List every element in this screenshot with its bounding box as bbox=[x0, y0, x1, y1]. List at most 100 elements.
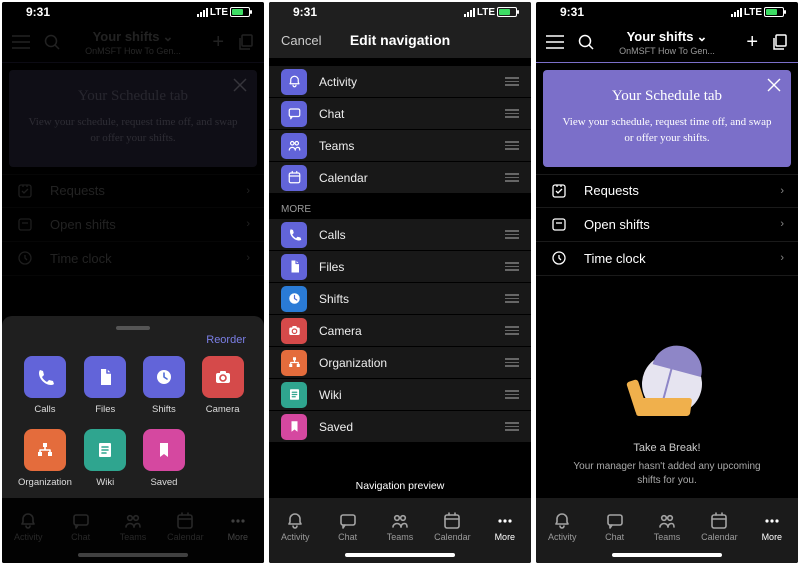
info-banner: Your Schedule tab View your schedule, re… bbox=[543, 70, 791, 167]
tab-calendar[interactable]: Calendar bbox=[426, 510, 478, 542]
nav-preview-label: Navigation preview bbox=[269, 474, 531, 498]
sheet-grabber[interactable] bbox=[116, 326, 150, 330]
tab-chat[interactable]: Chat bbox=[588, 510, 640, 542]
menu-item-label: Time clock bbox=[584, 251, 646, 266]
openshifts-icon bbox=[550, 216, 568, 232]
tab-teams[interactable]: Teams bbox=[641, 510, 693, 542]
drag-handle-icon[interactable] bbox=[505, 77, 519, 86]
home-indicator[interactable] bbox=[345, 553, 455, 557]
status-bar: 9:31 LTE bbox=[536, 2, 798, 22]
copy-shift-icon[interactable] bbox=[772, 34, 788, 50]
menu-item-timeclock[interactable]: Time clock › bbox=[536, 242, 798, 276]
more-sheet: Reorder Calls Files Shifts Camera Organizati… bbox=[2, 316, 264, 498]
header-subtitle: OnMSFT How To Gen... bbox=[619, 46, 715, 56]
tab-label: Calendar bbox=[426, 532, 478, 542]
tab-chat[interactable]: Chat bbox=[321, 510, 373, 542]
nav-row-label: Shifts bbox=[319, 292, 349, 306]
tab-more[interactable]: More bbox=[746, 510, 798, 542]
sheet-item-wiki[interactable]: Wiki bbox=[80, 429, 131, 488]
tab-label: Activity bbox=[269, 532, 321, 542]
nav-row-calendar[interactable]: Calendar bbox=[269, 162, 531, 193]
sheet-item-org[interactable]: Organization bbox=[18, 429, 72, 488]
network-label: LTE bbox=[477, 7, 495, 18]
drag-handle-icon[interactable] bbox=[505, 358, 519, 367]
saved-icon bbox=[143, 429, 185, 471]
tab-activity[interactable]: Activity bbox=[536, 510, 588, 542]
cancel-button[interactable]: Cancel bbox=[269, 33, 321, 48]
camera-icon bbox=[281, 318, 307, 344]
sheet-item-label: Files bbox=[80, 404, 131, 415]
calendar-icon bbox=[426, 510, 478, 532]
battery-icon bbox=[230, 7, 250, 17]
activity-icon bbox=[536, 510, 588, 532]
drag-handle-icon[interactable] bbox=[505, 109, 519, 118]
drag-handle-icon[interactable] bbox=[505, 141, 519, 150]
header-title[interactable]: Your shifts⌄ bbox=[627, 29, 708, 45]
chevron-right-icon: › bbox=[780, 218, 784, 230]
drag-handle-icon[interactable] bbox=[505, 230, 519, 239]
wiki-icon bbox=[281, 382, 307, 408]
menu-item-requests[interactable]: Requests› bbox=[536, 174, 798, 208]
nav-row-activity[interactable]: Activity bbox=[269, 66, 531, 97]
nav-row-files[interactable]: Files bbox=[269, 251, 531, 282]
nav-row-shifts[interactable]: Shifts bbox=[269, 283, 531, 314]
chevron-right-icon: › bbox=[780, 252, 784, 264]
empty-title: Take a Break! bbox=[536, 442, 798, 454]
chat-icon bbox=[588, 510, 640, 532]
tab-label: Activity bbox=[536, 532, 588, 542]
home-indicator[interactable] bbox=[612, 553, 722, 557]
chat-icon bbox=[321, 510, 373, 532]
nav-row-chat[interactable]: Chat bbox=[269, 98, 531, 129]
signal-icon bbox=[464, 8, 475, 17]
menu-item-label: Requests bbox=[584, 183, 639, 198]
nav-row-wiki[interactable]: Wiki bbox=[269, 379, 531, 410]
files-icon bbox=[84, 356, 126, 398]
saved-icon bbox=[281, 414, 307, 440]
drag-handle-icon[interactable] bbox=[505, 390, 519, 399]
nav-row-label: Camera bbox=[319, 324, 362, 338]
network-label: LTE bbox=[210, 7, 228, 18]
search-icon[interactable] bbox=[578, 34, 594, 50]
banner-body: View your schedule, request time off, an… bbox=[561, 115, 773, 147]
tab-label: More bbox=[479, 532, 531, 542]
reorder-link[interactable]: Reorder bbox=[14, 334, 252, 346]
modal-header: Cancel Edit navigation bbox=[269, 22, 531, 58]
nav-row-label: Organization bbox=[319, 356, 387, 370]
nav-row-org[interactable]: Organization bbox=[269, 347, 531, 378]
nav-row-teams[interactable]: Teams bbox=[269, 130, 531, 161]
nav-row-camera[interactable]: Camera bbox=[269, 315, 531, 346]
drag-handle-icon[interactable] bbox=[505, 422, 519, 431]
sheet-item-files[interactable]: Files bbox=[80, 356, 131, 415]
calendar-icon bbox=[281, 165, 307, 191]
network-label: LTE bbox=[744, 7, 762, 18]
drag-handle-icon[interactable] bbox=[505, 294, 519, 303]
menu-item-openshifts[interactable]: Open shifts› bbox=[536, 208, 798, 242]
calendar-icon bbox=[693, 510, 745, 532]
nav-row-saved[interactable]: Saved bbox=[269, 411, 531, 442]
tab-teams[interactable]: Teams bbox=[374, 510, 426, 542]
sheet-item-saved[interactable]: Saved bbox=[139, 429, 190, 488]
tab-more[interactable]: More bbox=[479, 510, 531, 542]
tab-label: Calendar bbox=[693, 532, 745, 542]
tab-calendar[interactable]: Calendar bbox=[693, 510, 745, 542]
sheet-item-label: Shifts bbox=[139, 404, 190, 415]
sheet-item-calls[interactable]: Calls bbox=[18, 356, 72, 415]
hamburger-icon[interactable] bbox=[546, 35, 564, 49]
teams-icon bbox=[374, 510, 426, 532]
add-icon[interactable]: + bbox=[746, 31, 758, 54]
sheet-item-label: Organization bbox=[18, 477, 72, 488]
activity-icon bbox=[269, 510, 321, 532]
drag-handle-icon[interactable] bbox=[505, 326, 519, 335]
sheet-item-camera[interactable]: Camera bbox=[197, 356, 248, 415]
banner-title: Your Schedule tab bbox=[561, 88, 773, 105]
close-icon[interactable] bbox=[767, 78, 781, 92]
drag-handle-icon[interactable] bbox=[505, 173, 519, 182]
shifts-icon bbox=[143, 356, 185, 398]
signal-icon bbox=[197, 8, 208, 17]
drag-handle-icon[interactable] bbox=[505, 262, 519, 271]
nav-row-label: Teams bbox=[319, 139, 354, 153]
tab-activity[interactable]: Activity bbox=[269, 510, 321, 542]
nav-row-calls[interactable]: Calls bbox=[269, 219, 531, 250]
status-bar: 9:31 LTE bbox=[2, 2, 264, 22]
sheet-item-shifts[interactable]: Shifts bbox=[139, 356, 190, 415]
